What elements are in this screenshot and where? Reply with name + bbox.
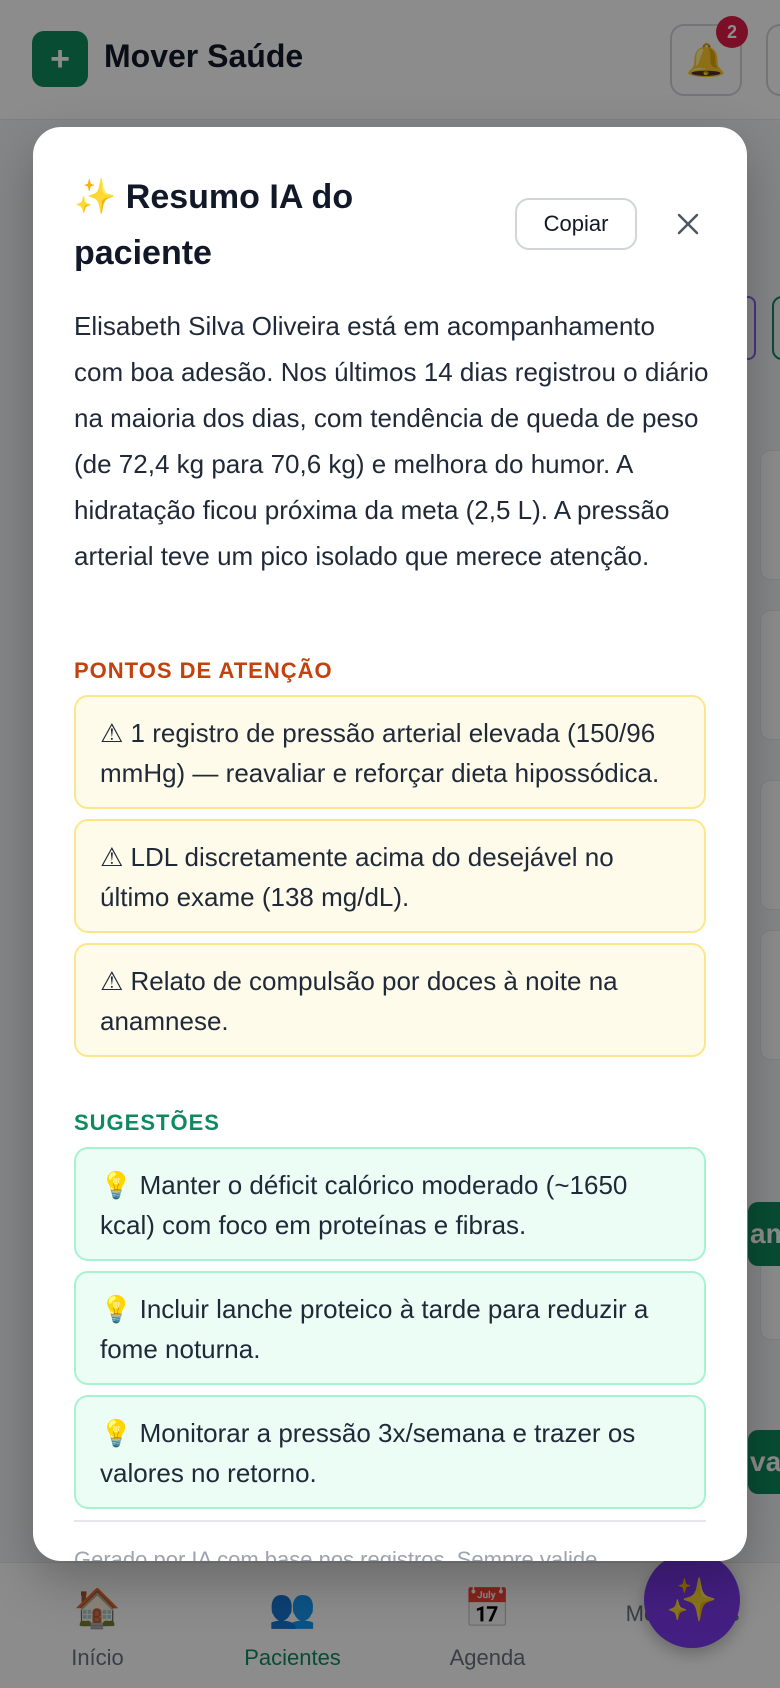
attention-list: ⚠ 1 registro de pressão arterial elevada…	[74, 695, 706, 1057]
divider	[74, 1520, 706, 1522]
close-button[interactable]	[661, 197, 715, 251]
copy-button[interactable]: Copiar	[515, 198, 637, 250]
attention-item: ⚠ Relato de compulsão por doces à noite …	[74, 943, 706, 1057]
suggestions-list: 💡 Manter o déficit calórico moderado (~1…	[74, 1147, 706, 1509]
ai-summary-modal: ✨ Resumo IA do paciente Copiar Elisabeth…	[33, 127, 747, 1561]
ai-disclaimer: Gerado por IA com base nos registros. Se…	[74, 1547, 604, 1561]
attention-item: ⚠ LDL discretamente acima do desejável n…	[74, 819, 706, 933]
attention-item: ⚠ 1 registro de pressão arterial elevada…	[74, 695, 706, 809]
patient-summary-text: Elisabeth Silva Oliveira está em acompan…	[74, 311, 709, 571]
close-icon	[677, 213, 699, 235]
suggestion-item: 💡 Incluir lanche proteico à tarde para r…	[74, 1271, 706, 1385]
attention-section-title: PONTOS DE ATENÇÃO	[74, 658, 333, 683]
modal-title: ✨ Resumo IA do paciente	[74, 178, 354, 272]
suggestion-item: 💡 Monitorar a pressão 3x/semana e trazer…	[74, 1395, 706, 1509]
suggestions-section-title: SUGESTÕES	[74, 1110, 220, 1135]
suggestion-item: 💡 Manter o déficit calórico moderado (~1…	[74, 1147, 706, 1261]
